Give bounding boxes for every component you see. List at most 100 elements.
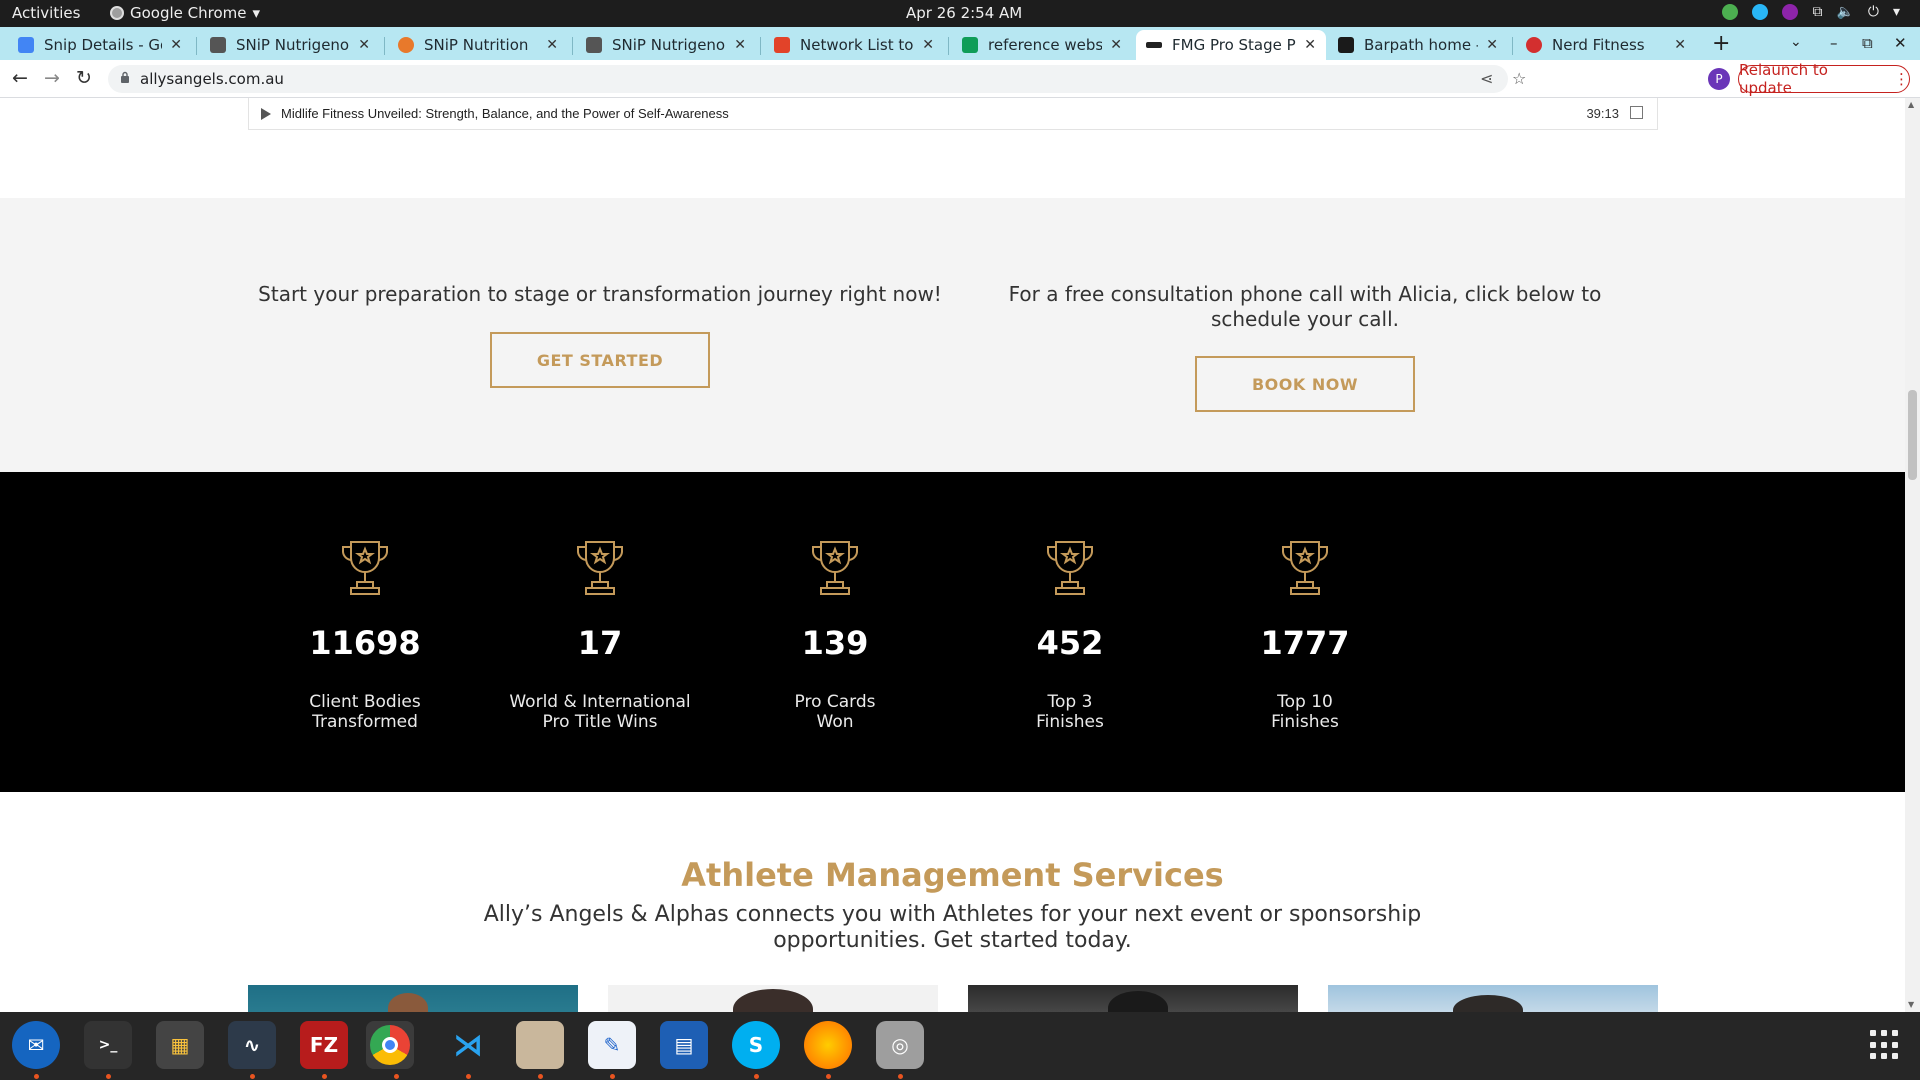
thunderbird-icon[interactable]: ✉ xyxy=(12,1021,60,1069)
tab-label: Snip Details - Goo xyxy=(44,36,162,54)
tab-8[interactable]: Nerd Fitness ✕ xyxy=(1516,30,1696,60)
tab-label: SNiP Nutrigenomi xyxy=(612,36,726,54)
download-icon[interactable] xyxy=(1630,106,1643,119)
volume-icon[interactable]: 🔈 xyxy=(1836,4,1853,20)
chevron-down-icon: ▾ xyxy=(252,4,261,22)
podcast-episode-row[interactable]: Midlife Fitness Unveiled: Strength, Bala… xyxy=(248,98,1658,130)
sheets-icon xyxy=(962,37,978,53)
power-icon[interactable]: ⏻ xyxy=(1868,4,1879,20)
show-applications-icon[interactable] xyxy=(1870,1030,1900,1060)
tab-6-active[interactable]: FMG Pro Stage Po ✕ xyxy=(1136,30,1326,60)
athlete-photo-1[interactable] xyxy=(248,985,578,1012)
snip-icon xyxy=(586,37,602,53)
close-icon[interactable]: ✕ xyxy=(1110,37,1122,53)
tab-label: reference website xyxy=(988,36,1103,54)
disks-icon[interactable]: ◎ xyxy=(876,1021,924,1069)
scrollbar-thumb[interactable] xyxy=(1908,390,1917,480)
close-icon[interactable]: ✕ xyxy=(546,37,558,53)
app-name: Google Chrome xyxy=(130,4,247,22)
close-icon[interactable]: ✕ xyxy=(1304,37,1316,53)
tab-label: SNiP Nutrigenomi xyxy=(236,36,350,54)
forward-icon[interactable]: → xyxy=(44,67,60,89)
relaunch-button[interactable]: Relaunch to update ⋮ xyxy=(1738,61,1910,97)
close-icon[interactable]: ✕ xyxy=(922,37,934,53)
restore-icon[interactable]: ⧉ xyxy=(1862,34,1873,52)
tab-search-icon[interactable]: ⌄ xyxy=(1790,34,1802,50)
more-vert-icon: ⋮ xyxy=(1894,70,1909,88)
vscode-icon[interactable]: ⋊ xyxy=(444,1021,492,1069)
terminal-icon[interactable]: >_ xyxy=(84,1021,132,1069)
system-top-bar: Activities Google Chrome ▾ Apr 26 2:54 A… xyxy=(0,0,1920,27)
athlete-photo-3[interactable] xyxy=(968,985,1298,1012)
trophy-icon xyxy=(342,541,388,595)
filezilla-icon[interactable]: FZ xyxy=(300,1021,348,1069)
back-icon[interactable]: ← xyxy=(12,67,28,89)
close-icon[interactable]: ✕ xyxy=(1486,37,1498,53)
tab-7[interactable]: Barpath home - Ba ✕ xyxy=(1328,30,1508,60)
tab-label: Barpath home - Ba xyxy=(1364,36,1478,54)
files-icon[interactable] xyxy=(516,1021,564,1069)
tab-5[interactable]: reference website ✕ xyxy=(952,30,1132,60)
stat-number: 139 xyxy=(801,624,869,662)
athlete-photo-2[interactable] xyxy=(608,985,938,1012)
fmg-icon xyxy=(1146,42,1162,48)
book-now-button[interactable]: BOOK NOW xyxy=(1195,356,1415,412)
trophy-icon xyxy=(812,541,858,595)
trophy-icon xyxy=(1047,541,1093,595)
scroll-up-icon[interactable]: ▲ xyxy=(1908,100,1914,109)
tab-0[interactable]: Snip Details - Goo ✕ xyxy=(8,30,192,60)
barpath-icon xyxy=(1338,37,1354,53)
close-icon[interactable]: ✕ xyxy=(734,37,746,53)
chrome-icon xyxy=(110,6,124,20)
chevron-down-icon[interactable]: ▾ xyxy=(1893,4,1900,20)
close-icon[interactable]: ✕ xyxy=(1674,37,1686,53)
sync-icon[interactable] xyxy=(1752,4,1769,20)
stat-label: Top 10 Finishes xyxy=(1271,692,1339,732)
scroll-down-icon[interactable]: ▼ xyxy=(1908,1000,1914,1009)
skype-icon[interactable]: S xyxy=(732,1021,780,1069)
app-indicator-icon[interactable] xyxy=(1782,4,1799,20)
tab-4[interactable]: Network List to Ac ✕ xyxy=(764,30,944,60)
page-viewport: Midlife Fitness Unveiled: Strength, Bala… xyxy=(0,98,1905,1012)
stats-section: 11698 Client Bodies Transformed 17 World… xyxy=(0,472,1905,792)
system-monitor-icon[interactable]: ∿ xyxy=(228,1021,276,1069)
episode-duration: 39:13 xyxy=(1586,106,1619,121)
text-editor-icon[interactable]: ✎ xyxy=(588,1021,636,1069)
clock[interactable]: Apr 26 2:54 AM xyxy=(906,4,1022,22)
firefox-icon[interactable] xyxy=(804,1021,852,1069)
profile-avatar[interactable]: P xyxy=(1708,68,1730,90)
stat-number: 17 xyxy=(577,624,623,662)
tab-label: SNiP Nutrition xyxy=(424,36,529,54)
minimize-icon[interactable]: – xyxy=(1830,34,1838,52)
athlete-management-heading: Athlete Management Services xyxy=(681,856,1224,894)
play-icon[interactable] xyxy=(261,108,271,120)
tab-1[interactable]: SNiP Nutrigenomi ✕ xyxy=(200,30,380,60)
stat-number: 1777 xyxy=(1260,624,1350,662)
stat-label: Top 3 Finishes xyxy=(1036,692,1104,732)
libreoffice-writer-icon[interactable]: ▤ xyxy=(660,1021,708,1069)
system-tray[interactable]: ⧉ 🔈 ⏻ ▾ xyxy=(1722,4,1900,20)
app-menu[interactable]: Google Chrome ▾ xyxy=(110,4,260,22)
new-tab-button[interactable]: + xyxy=(1712,31,1730,56)
activities-button[interactable]: Activities xyxy=(12,4,80,22)
close-window-icon[interactable]: ✕ xyxy=(1894,34,1907,52)
share-icon[interactable]: ⋖ xyxy=(1480,69,1493,88)
tab-strip: Snip Details - Goo ✕ SNiP Nutrigenomi ✕ … xyxy=(0,27,1920,60)
bookmark-star-icon[interactable]: ☆ xyxy=(1512,69,1526,88)
athlete-photo-4[interactable] xyxy=(1328,985,1658,1012)
reload-icon[interactable]: ↻ xyxy=(76,67,92,89)
tab-2[interactable]: SNiP Nutrition ✕ xyxy=(388,30,568,60)
close-icon[interactable]: ✕ xyxy=(358,37,370,53)
url-text: allysangels.com.au xyxy=(140,70,284,88)
calculator-icon[interactable]: ▦ xyxy=(156,1021,204,1069)
update-icon[interactable] xyxy=(1722,4,1739,20)
network-icon[interactable]: ⧉ xyxy=(1812,4,1822,20)
close-icon[interactable]: ✕ xyxy=(170,37,182,53)
page-scrollbar[interactable]: ▲ ▼ xyxy=(1905,98,1920,1012)
tab-3[interactable]: SNiP Nutrigenomi ✕ xyxy=(576,30,756,60)
lock-icon xyxy=(121,71,129,83)
get-started-button[interactable]: GET STARTED xyxy=(490,332,710,388)
address-bar[interactable]: allysangels.com.au ⋖ ☆ xyxy=(108,65,1526,93)
chrome-icon[interactable] xyxy=(366,1021,414,1069)
docs-icon xyxy=(18,37,34,53)
